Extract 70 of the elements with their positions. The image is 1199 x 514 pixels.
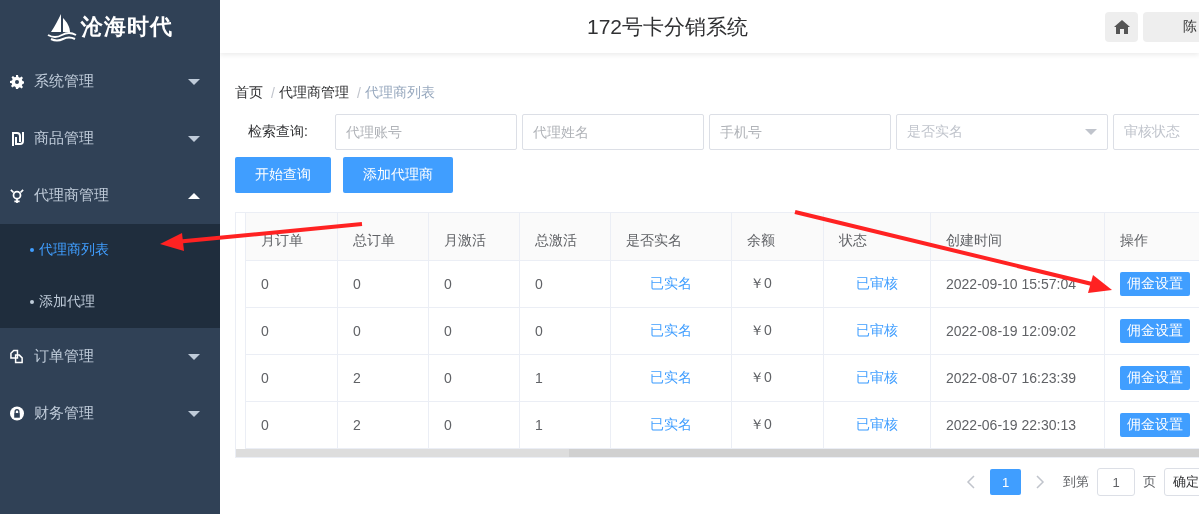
table-cell: 0 xyxy=(429,308,520,355)
table-cell: 1 xyxy=(520,355,611,402)
menu-item[interactable]: 代理商管理 xyxy=(0,167,220,224)
table-cell: 已实名 xyxy=(611,355,732,402)
submenu-label: 添加代理 xyxy=(39,293,95,311)
menu-label: 订单管理 xyxy=(34,347,95,366)
submenu-label: 代理商列表 xyxy=(39,241,109,259)
bullet-icon xyxy=(30,300,34,304)
page-input[interactable]: 1 xyxy=(1097,468,1135,496)
column-header: 余额 xyxy=(732,213,824,261)
goto-label: 到第 xyxy=(1063,473,1089,491)
breadcrumb-link[interactable]: 首页 xyxy=(235,83,263,102)
table-cell: 已实名 xyxy=(611,308,732,355)
gender-icon xyxy=(10,187,24,204)
input-field[interactable]: 代理姓名 xyxy=(522,114,704,150)
table-cell: ￥0 xyxy=(732,308,824,355)
table-cell: ￥0 xyxy=(732,261,824,308)
menu-item[interactable]: 订单管理 xyxy=(0,328,220,385)
page-title: 172号卡分销系统 xyxy=(585,13,749,40)
input-field[interactable]: 代理账号 xyxy=(335,114,517,150)
breadcrumb-link[interactable]: 代理商管理 xyxy=(278,83,349,102)
column-header: 创建时间 xyxy=(931,213,1105,261)
home-icon xyxy=(1113,19,1130,34)
menu-label: 代理商管理 xyxy=(34,186,110,205)
confirm-button[interactable]: 确定 xyxy=(1164,468,1199,496)
submenu-item[interactable]: 添加代理 xyxy=(0,276,220,328)
table-cell: 0 xyxy=(429,355,520,402)
page-unit: 页 xyxy=(1143,473,1156,491)
table-cell: 2022-08-19 12:09:02 xyxy=(931,308,1105,355)
table-cell: 0 xyxy=(429,261,520,308)
horizontal-scrollbar[interactable] xyxy=(236,449,1199,457)
logo-text: 沧海时代 xyxy=(81,12,173,41)
breadcrumb-separator: / xyxy=(271,84,275,101)
menu-item[interactable]: 财务管理 xyxy=(0,385,220,442)
search-label: 检索查询: xyxy=(248,123,309,141)
bullet-icon xyxy=(30,248,34,252)
menu-item[interactable]: 系统管理 xyxy=(0,53,220,110)
table-cell: 2022-08-07 16:23:39 xyxy=(931,355,1105,402)
gear-icon xyxy=(10,74,24,89)
copy-icon xyxy=(10,349,24,364)
table-cell: 0 xyxy=(246,355,338,402)
breadcrumb-separator: / xyxy=(356,84,361,101)
table-cell: 已审核 xyxy=(824,261,931,308)
user-button[interactable]: 陈 xyxy=(1143,11,1199,42)
menu-label: 财务管理 xyxy=(34,404,95,423)
table-cell: 已审核 xyxy=(824,355,931,402)
table-cell: 0 xyxy=(338,261,429,308)
column-header: 总激活 xyxy=(520,213,611,261)
table-cell: 0 xyxy=(520,261,611,308)
table-cell: 0 xyxy=(246,261,338,308)
column-header: 总订单 xyxy=(338,213,429,261)
submenu-item[interactable]: 代理商列表 xyxy=(0,224,220,276)
lock-icon xyxy=(10,406,24,421)
table-cell: 2 xyxy=(338,355,429,402)
home-button[interactable] xyxy=(1105,11,1138,42)
column-header: 操作 xyxy=(1105,213,1199,261)
menu-label: 商品管理 xyxy=(34,129,95,148)
table-cell: 已实名 xyxy=(611,261,732,308)
menu-label: 系统管理 xyxy=(34,72,95,91)
table-cell: 已审核 xyxy=(824,308,931,355)
table-cell: 0 xyxy=(338,308,429,355)
menu-item[interactable]: 商品管理 xyxy=(0,110,220,167)
shekel-icon xyxy=(10,131,24,146)
column-header: 是否实名 xyxy=(611,213,732,261)
table-cell: ￥0 xyxy=(732,355,824,402)
table-cell: 0 xyxy=(520,308,611,355)
input-field[interactable]: 手机号 xyxy=(709,114,891,150)
table-cell: 0 xyxy=(246,308,338,355)
column-header: 月激活 xyxy=(429,213,520,261)
column-header: 状态 xyxy=(824,213,931,261)
